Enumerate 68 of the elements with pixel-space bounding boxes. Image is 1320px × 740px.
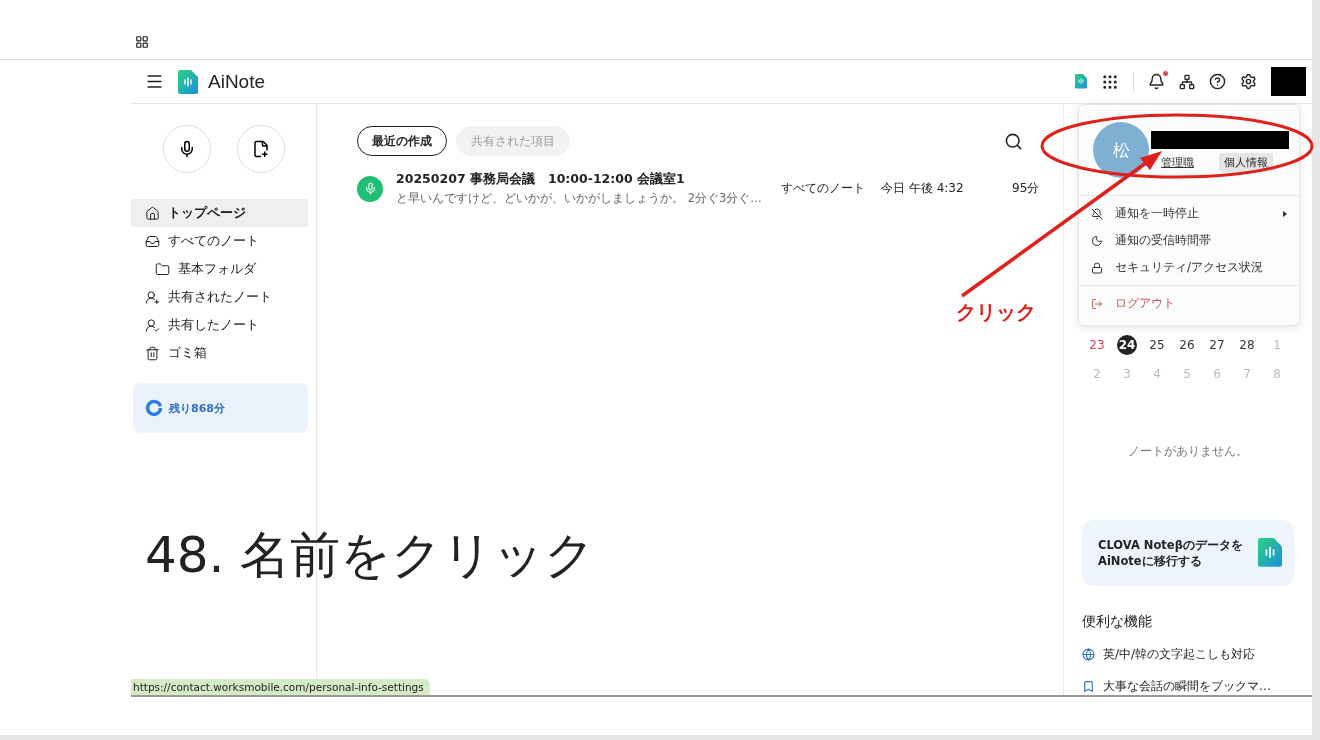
status-url: https://contact.worksmobile.com/personal-info-settings — [131, 679, 430, 695]
empty-message: ノートがありません。 — [1127, 442, 1249, 460]
redaction-bar — [1271, 67, 1306, 96]
callout-text: クリック — [956, 299, 1036, 326]
logout-item[interactable]: ログアウト — [1079, 290, 1299, 317]
menu-label: 通知の受信時間帯 — [1115, 232, 1211, 249]
app-name: AiNote — [208, 70, 266, 93]
calendar-day[interactable]: 26 — [1177, 334, 1197, 355]
feature-item[interactable]: 英/中/韓の文字起こしも対応 — [1103, 646, 1256, 663]
filter-tab[interactable]: 最近の作成 — [357, 126, 447, 156]
logout-icon — [1091, 297, 1103, 310]
logo-icon — [1258, 538, 1282, 568]
calendar-day[interactable]: 23 — [1087, 334, 1107, 355]
migration-text: CLOVA Noteβのデータを AiNoteに移行する — [1098, 536, 1243, 569]
record-button[interactable] — [162, 125, 211, 173]
section-title: 便利な機能 — [1082, 613, 1153, 631]
new-note-icon — [251, 140, 270, 158]
nav-item[interactable]: 基本フォルダ — [131, 255, 308, 283]
note-snippet: と早いんですけど、どいかが、いかがしましょうか。 2分ぐ3分ぐ… — [396, 191, 763, 206]
new-note-button[interactable] — [236, 125, 285, 173]
trash-icon — [145, 345, 160, 361]
note-folder: すべてのノート — [781, 180, 866, 197]
apps-icon[interactable] — [1101, 72, 1119, 91]
menu-item[interactable]: セキュリティ/アクセス状況 — [1079, 254, 1299, 281]
feature-item[interactable]: 大事な会話の瞬間をブックマ… — [1103, 678, 1271, 695]
help-icon[interactable] — [1209, 73, 1226, 90]
bookmark-icon — [1082, 680, 1095, 693]
shared-out-icon — [145, 317, 160, 333]
menu-item[interactable]: 通知を一時停止 — [1079, 200, 1299, 227]
logo-icon — [1075, 74, 1087, 89]
nav-item[interactable]: 共有したノート — [131, 311, 308, 339]
settings-icon[interactable] — [1240, 73, 1257, 90]
menu-icon[interactable] — [145, 72, 164, 91]
tooltip: 個人情報 — [1219, 153, 1273, 172]
notification-icon[interactable] — [1148, 73, 1165, 90]
logo-icon — [178, 69, 198, 94]
migration-card[interactable]: CLOVA Noteβのデータを AiNoteに移行する — [1082, 519, 1294, 586]
network-icon[interactable] — [1179, 73, 1195, 90]
apps-icon[interactable] — [135, 35, 149, 49]
note-title[interactable]: 20250207 事務局会議 10:00-12:00 会議室1 — [396, 171, 781, 188]
menu-label: セキュリティ/アクセス状況 — [1115, 259, 1264, 276]
role-link[interactable]: 管理職 — [1161, 154, 1194, 170]
menu-label: ログアウト — [1115, 295, 1175, 312]
globe-icon — [1082, 648, 1095, 661]
nav-item[interactable]: トップページ — [131, 199, 308, 227]
note-date: 今日 午後 4:32 — [881, 180, 965, 197]
inbox-icon — [145, 233, 160, 249]
folder-icon — [155, 261, 170, 277]
menu-label: 通知を一時停止 — [1115, 205, 1199, 222]
step-caption: 48. 名前をクリック — [145, 525, 596, 586]
search-icon[interactable] — [1004, 131, 1023, 151]
home-icon — [145, 205, 160, 221]
pause-icon — [1091, 207, 1103, 220]
calendar-day[interactable]: 24 — [1117, 334, 1137, 355]
menu-item[interactable]: 通知の受信時間帯 — [1079, 227, 1299, 254]
lock-icon — [1091, 261, 1103, 274]
calendar-day[interactable]: 27 — [1207, 334, 1227, 355]
nav-item[interactable]: ゴミ箱 — [131, 339, 308, 367]
calendar-day[interactable]: 28 — [1237, 334, 1257, 355]
nav-item[interactable]: すべてのノート — [131, 227, 308, 255]
nav-item[interactable]: 共有されたノート — [131, 283, 308, 311]
note-duration: 95分 — [1012, 180, 1041, 197]
remaining-time: 残り868分 — [169, 400, 225, 416]
voice-note-icon — [357, 175, 383, 202]
calendar-day[interactable]: 25 — [1147, 334, 1167, 355]
moon-icon — [1091, 234, 1103, 247]
progress-ring-icon — [145, 399, 163, 417]
shared-in-icon — [145, 289, 160, 305]
